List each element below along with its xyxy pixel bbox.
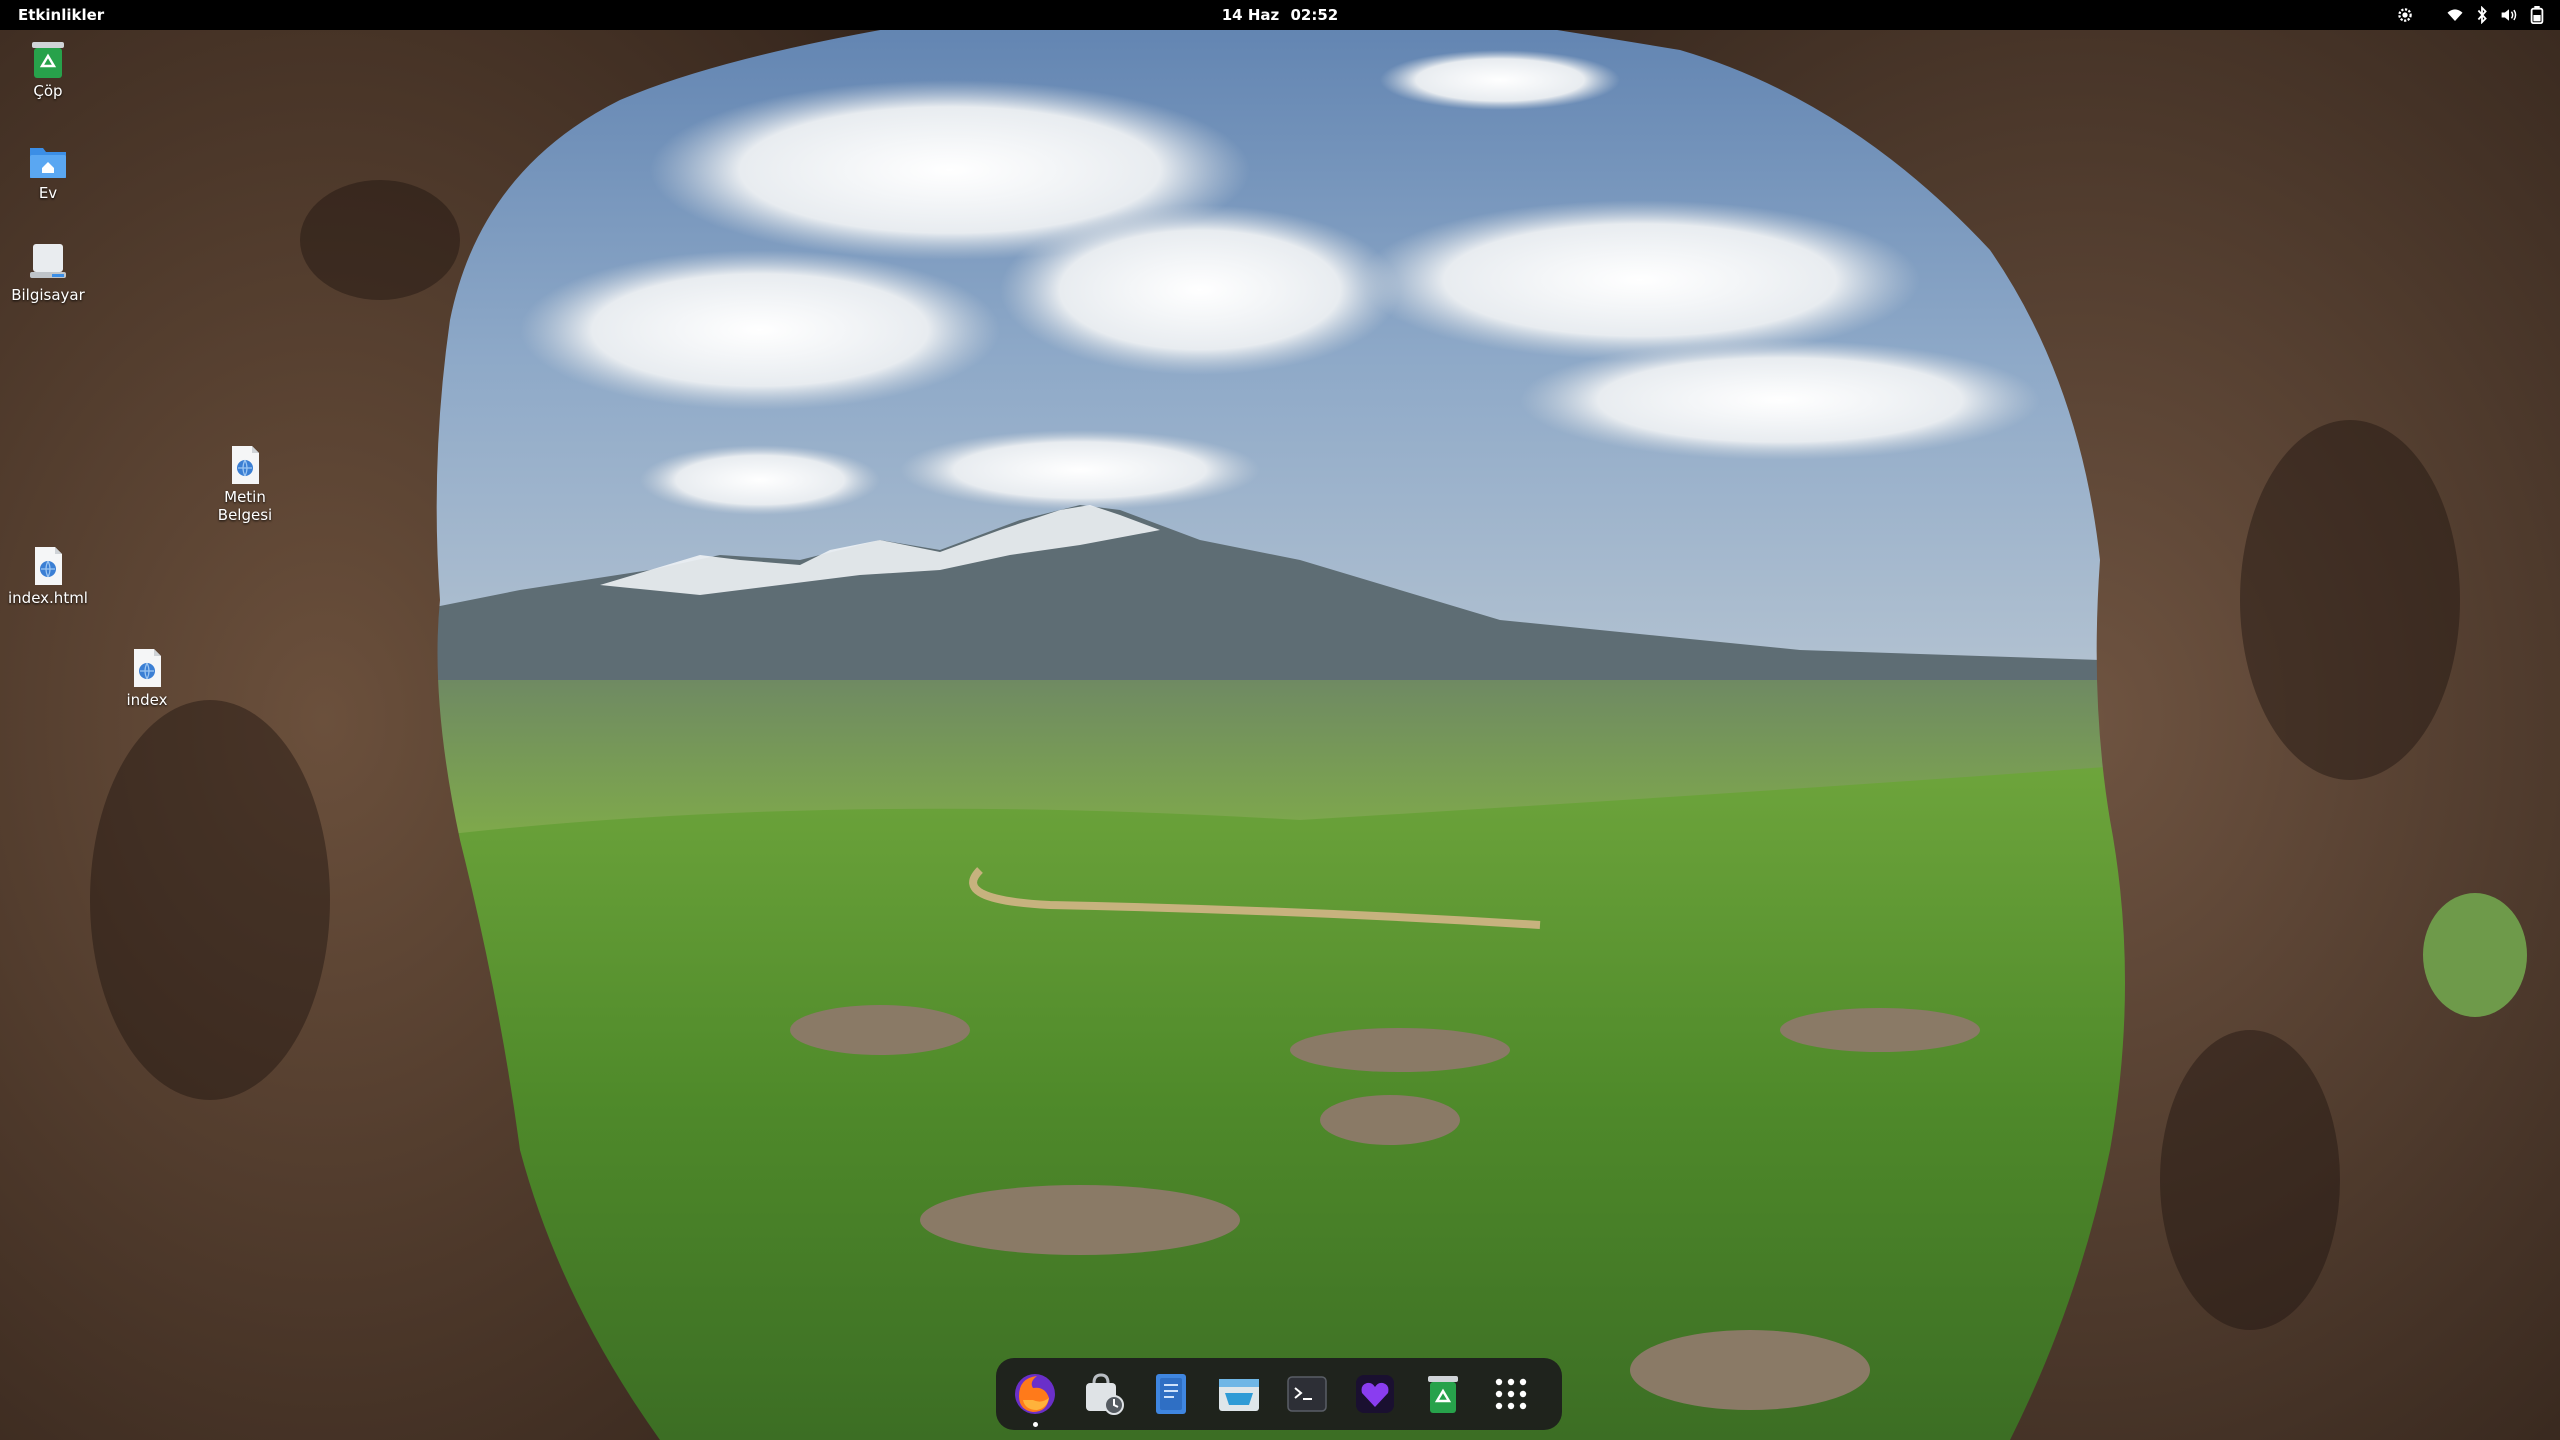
desktop-icon-label: index <box>126 691 168 709</box>
dock <box>996 1358 1562 1430</box>
dock-item-firefox[interactable] <box>1006 1365 1064 1427</box>
dock-item-text-editor[interactable] <box>1142 1365 1200 1423</box>
dock-item-health-app[interactable] <box>1346 1365 1404 1423</box>
text-editor-icon <box>1156 1374 1186 1414</box>
firefox-icon <box>1015 1374 1055 1414</box>
time-label: 02:52 <box>1290 6 1339 24</box>
terminal-icon <box>1287 1376 1327 1412</box>
dock-item-terminal[interactable] <box>1278 1365 1336 1423</box>
desktop-icon-label: Bilgisayar <box>11 286 85 304</box>
trash-icon <box>32 42 64 78</box>
desktop-wallpaper <box>0 0 2560 1440</box>
dock-item-file-manager[interactable] <box>1210 1365 1268 1423</box>
bluetooth-icon <box>2476 6 2488 24</box>
heart-app-icon <box>1356 1375 1394 1413</box>
desktop-icon-metin-belgesi[interactable]: Metin Belgesi <box>197 444 293 524</box>
date-label: 14 Haz <box>1221 6 1280 24</box>
html-file-icon <box>134 649 161 687</box>
clock-button[interactable]: 14 Haz 02:52 <box>1180 0 1380 30</box>
dock-item-trash[interactable] <box>1414 1365 1472 1423</box>
desktop-icon-label: Çöp <box>33 82 63 100</box>
activities-button[interactable]: Etkinlikler <box>10 0 112 30</box>
app-grid-icon <box>1495 1378 1527 1410</box>
desktop-icon-index[interactable]: index <box>99 647 195 709</box>
html-file-icon <box>35 547 62 585</box>
file-manager-icon <box>1219 1379 1259 1411</box>
dock-item-show-apps[interactable] <box>1482 1365 1540 1423</box>
desktop-icon-label: Ev <box>38 184 58 202</box>
trash-icon <box>1428 1376 1458 1413</box>
html-file-icon <box>232 446 259 484</box>
home-folder-icon <box>30 148 66 178</box>
desktop-icon-label: Belgesi <box>217 506 273 524</box>
top-bar: Etkinlikler 14 Haz 02:52 <box>0 0 2560 30</box>
desktop-icon-label: index.html <box>8 589 88 607</box>
software-updater-icon <box>1086 1373 1124 1415</box>
desktop-icon-computer[interactable]: Bilgisayar <box>0 242 96 304</box>
battery-icon <box>2530 6 2544 24</box>
desktop-icon-home[interactable]: Ev <box>0 140 96 202</box>
settings-icon[interactable] <box>2390 0 2420 30</box>
volume-icon <box>2500 7 2518 23</box>
wifi-icon <box>2446 7 2464 23</box>
dock-item-software-updater[interactable] <box>1074 1365 1132 1423</box>
system-tray[interactable] <box>2440 0 2550 30</box>
computer-icon <box>30 244 66 278</box>
running-indicator <box>1033 1422 1038 1427</box>
desktop-icon-label: Metin <box>224 488 266 506</box>
desktop-icon-index-html[interactable]: index.html <box>0 545 96 607</box>
desktop-icon-trash[interactable]: Çöp <box>0 38 96 100</box>
